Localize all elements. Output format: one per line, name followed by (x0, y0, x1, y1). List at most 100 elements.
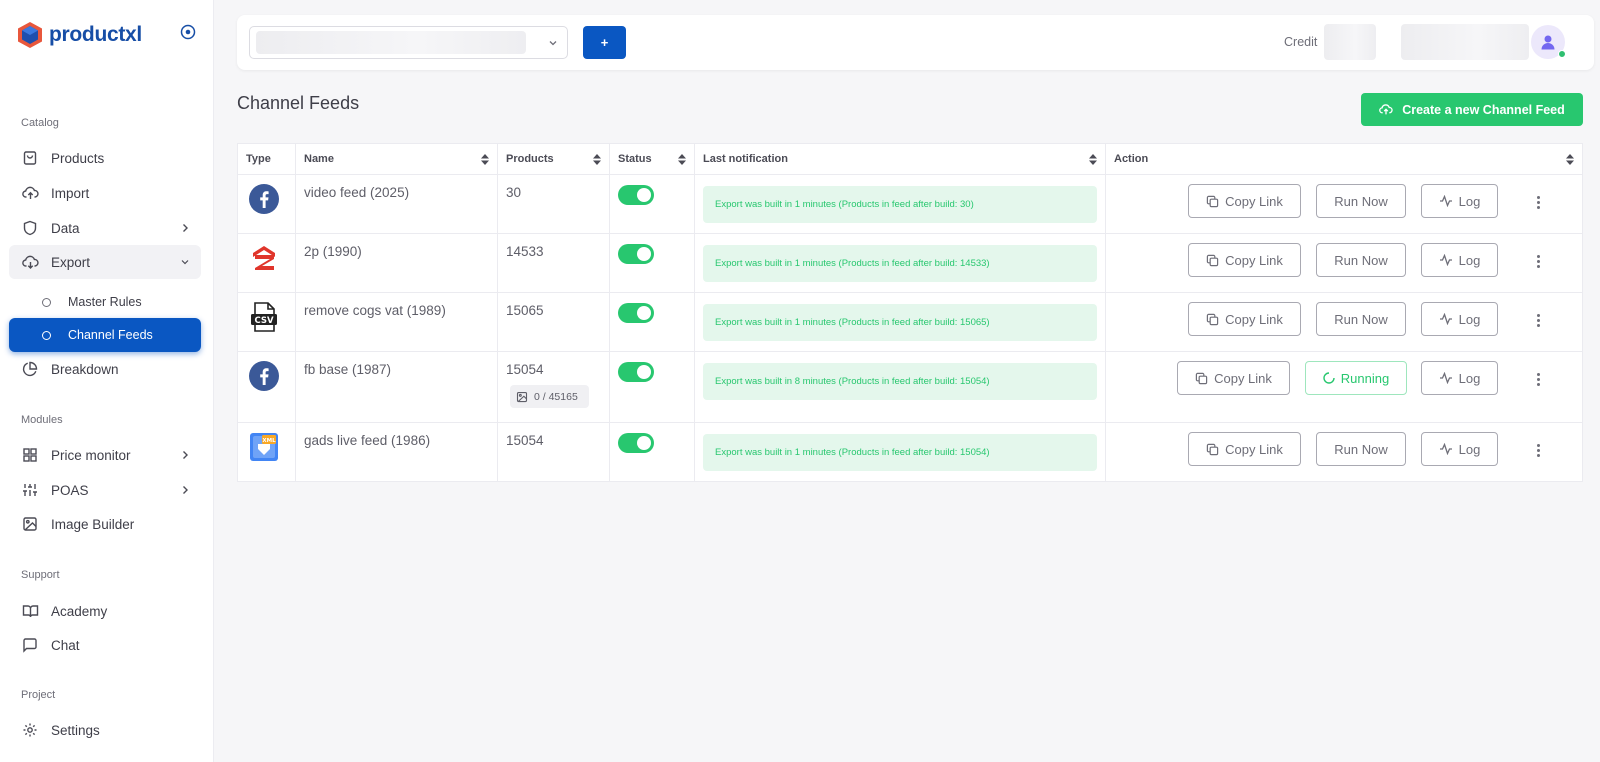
sidebar-item-products[interactable]: Products (9, 141, 201, 175)
run-now-button[interactable]: Run Now (1316, 302, 1406, 336)
copy-link-button[interactable]: Copy Link (1188, 243, 1301, 277)
sidebar-item-poas[interactable]: POAS (9, 473, 201, 507)
run-now-button[interactable]: Run Now (1316, 432, 1406, 466)
feed-name[interactable]: fb base (1987) (295, 351, 498, 423)
sidebar-item-import[interactable]: Import (9, 176, 201, 210)
redacted-project-name (256, 31, 526, 54)
chevron-down-icon (181, 260, 189, 265)
column-header-name[interactable]: Name (295, 143, 498, 175)
image-count-badge: 0 / 45165 (510, 385, 589, 408)
sort-icon (1089, 154, 1097, 165)
shield-icon (21, 219, 39, 237)
copy-link-button[interactable]: Copy Link (1188, 184, 1301, 218)
svg-text:XML: XML (262, 438, 276, 444)
sliders-icon (21, 481, 39, 499)
add-project-button[interactable]: + (583, 26, 626, 59)
chevron-down-icon (549, 41, 557, 46)
action-cell: Copy Link Run Now Log (1105, 174, 1583, 234)
status-toggle[interactable] (618, 244, 654, 264)
type-cell: CSV (237, 292, 296, 352)
sidebar-item-master-rules[interactable]: Master Rules (9, 285, 201, 319)
status-cell (609, 174, 695, 234)
more-vertical-icon[interactable] (1530, 310, 1546, 330)
column-header-products[interactable]: Products (497, 143, 610, 175)
spinner-icon (1323, 372, 1335, 384)
sidebar-item-label: Products (51, 150, 105, 166)
action-cell: Copy Link Run Now Log (1105, 233, 1583, 293)
copy-icon (1206, 254, 1219, 267)
log-button[interactable]: Log (1421, 361, 1498, 395)
sidebar-item-price-monitor[interactable]: Price monitor (9, 438, 201, 472)
type-cell (237, 174, 296, 234)
product-count: 15054 (497, 422, 610, 482)
productxl-logo[interactable]: productxl (17, 20, 142, 50)
grid-icon (21, 446, 39, 464)
more-vertical-icon[interactable] (1530, 251, 1546, 271)
copy-link-button[interactable]: Copy Link (1177, 361, 1290, 395)
log-button[interactable]: Log (1421, 432, 1498, 466)
notification-message: Export was built in 1 minutes (Products … (703, 186, 1097, 223)
avatar[interactable] (1531, 25, 1566, 59)
section-label-catalog: Catalog (21, 117, 59, 129)
logo-text: productxl (49, 23, 142, 46)
more-vertical-icon[interactable] (1530, 192, 1546, 212)
sidebar-item-label: Master Rules (68, 295, 142, 309)
sidebar-item-breakdown[interactable]: Breakdown (9, 352, 201, 386)
project-select[interactable] (249, 26, 568, 59)
facebook-icon (249, 361, 279, 391)
feed-name[interactable]: remove cogs vat (1989) (295, 292, 498, 352)
xml-feed-icon: XML (250, 433, 278, 461)
type-cell (237, 351, 296, 423)
log-button[interactable]: Log (1421, 184, 1498, 218)
credit-label: Credit (1284, 35, 1318, 49)
notification-cell: Export was built in 1 minutes (Products … (694, 292, 1106, 352)
status-cell (609, 422, 695, 482)
log-button[interactable]: Log (1421, 302, 1498, 336)
column-header-last-notification[interactable]: Last notification (694, 143, 1106, 175)
sidebar-item-label: Import (51, 185, 90, 201)
notification-message: Export was built in 1 minutes (Products … (703, 434, 1097, 471)
sidebar-item-image-builder[interactable]: Image Builder (9, 507, 201, 541)
user-icon (1541, 35, 1555, 50)
column-header-status[interactable]: Status (609, 143, 695, 175)
circle-bullet-icon (42, 330, 51, 340)
create-channel-feed-button[interactable]: Create a new Channel Feed (1361, 93, 1583, 126)
run-now-button[interactable]: Run Now (1316, 243, 1406, 277)
sidebar-item-academy[interactable]: Academy (9, 594, 201, 628)
status-toggle[interactable] (618, 433, 654, 453)
table-row: video feed (2025) 30 Export was built in… (237, 174, 1583, 234)
table-row: 2p (1990) 14533 Export was built in 1 mi… (237, 233, 1583, 293)
sidebar-item-data[interactable]: Data (9, 211, 201, 245)
more-vertical-icon[interactable] (1530, 369, 1546, 389)
download-cloud-icon (21, 253, 39, 271)
sidebar-item-channel-feeds[interactable]: Channel Feeds (9, 318, 201, 352)
feed-name[interactable]: gads live feed (1986) (295, 422, 498, 482)
status-toggle[interactable] (618, 185, 654, 205)
sidebar-item-settings[interactable]: Settings (9, 713, 201, 747)
column-header-action[interactable]: Action (1105, 143, 1583, 175)
feed-name[interactable]: 2p (1990) (295, 233, 498, 293)
run-now-button[interactable]: Run Now (1316, 184, 1406, 218)
image-icon (516, 391, 528, 403)
log-button[interactable]: Log (1421, 243, 1498, 277)
feed-name[interactable]: video feed (2025) (295, 174, 498, 234)
sidebar-item-export[interactable]: Export (9, 245, 201, 279)
status-toggle[interactable] (618, 362, 654, 382)
sidebar-item-label: Export (51, 254, 91, 270)
sidebar-item-label: Academy (51, 603, 108, 619)
sidebar-item-label: Data (51, 220, 80, 236)
more-vertical-icon[interactable] (1530, 440, 1546, 460)
sidebar-item-label: Price monitor (51, 447, 131, 463)
sidebar-item-label: Breakdown (51, 361, 119, 377)
copy-link-button[interactable]: Copy Link (1188, 302, 1301, 336)
status-toggle[interactable] (618, 303, 654, 323)
copy-icon (1206, 443, 1219, 456)
sidebar-toggle-icon[interactable] (180, 24, 196, 40)
sidebar-item-chat[interactable]: Chat (9, 628, 201, 662)
notification-message: Export was built in 1 minutes (Products … (703, 245, 1097, 282)
status-cell (609, 292, 695, 352)
notification-cell: Export was built in 8 minutes (Products … (694, 351, 1106, 423)
table-row: CSV remove cogs vat (1989) 15065 Export … (237, 292, 1583, 352)
notification-message: Export was built in 1 minutes (Products … (703, 304, 1097, 341)
copy-link-button[interactable]: Copy Link (1188, 432, 1301, 466)
